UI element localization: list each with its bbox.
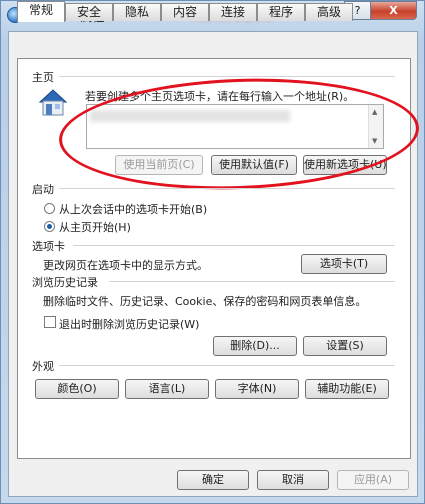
tabs-settings-button[interactable]: 选项卡(T) (301, 254, 387, 274)
tab-connections[interactable]: 连接 (209, 3, 257, 21)
delete-on-exit-checkbox[interactable] (44, 316, 56, 328)
delete-on-exit-label: 退出时删除浏览历史记录(W) (59, 318, 200, 331)
ok-button[interactable]: 确定 (177, 470, 249, 490)
tabs-description: 更改网页在选项卡中的显示方式。 (43, 259, 208, 272)
accessibility-button[interactable]: 辅助功能(E) (305, 379, 389, 399)
radio-last-session[interactable] (44, 203, 55, 214)
fonts-button[interactable]: 字体(N) (215, 379, 299, 399)
close-button[interactable]: X (370, 1, 417, 20)
languages-button[interactable]: 语言(L) (125, 379, 209, 399)
radio-home-page[interactable] (44, 221, 55, 232)
history-separator (109, 281, 395, 282)
startup-separator (59, 188, 395, 189)
tabs-separator (73, 245, 395, 246)
history-settings-button[interactable]: 设置(S) (303, 336, 387, 356)
dialog-window: Internet 属性 Internet Explorer ? X 常规 安全 … (0, 0, 425, 504)
tab-advanced[interactable]: 高级 (305, 3, 353, 21)
tab-security[interactable]: 安全 (65, 3, 113, 21)
tab-privacy[interactable]: 隐私 (113, 3, 161, 21)
appearance-separator (59, 365, 395, 366)
home-section-label: 主页 (32, 71, 54, 84)
startup-section-label: 启动 (32, 183, 54, 196)
radio-home-page-label: 从主页开始(H) (59, 221, 131, 234)
appearance-section-label: 外观 (32, 360, 54, 373)
home-separator (59, 76, 395, 77)
tab-general[interactable]: 常规 (17, 1, 65, 22)
cancel-button[interactable]: 取消 (257, 470, 329, 490)
history-description: 删除临时文件、历史记录、Cookie、保存的密码和网页表单信息。 (43, 295, 367, 308)
colors-button[interactable]: 颜色(O) (35, 379, 119, 399)
tabs-section-label: 选项卡 (32, 240, 65, 253)
history-section-label: 浏览历史记录 (32, 276, 98, 289)
tab-programs[interactable]: 程序 (257, 3, 305, 21)
delete-history-button[interactable]: 删除(D)... (213, 336, 297, 356)
apply-button[interactable]: 应用(A) (337, 470, 409, 490)
home-icon (38, 89, 68, 116)
tab-content[interactable]: 内容 (161, 3, 209, 21)
radio-last-session-label: 从上次会话中的选项卡开始(B) (59, 203, 208, 216)
